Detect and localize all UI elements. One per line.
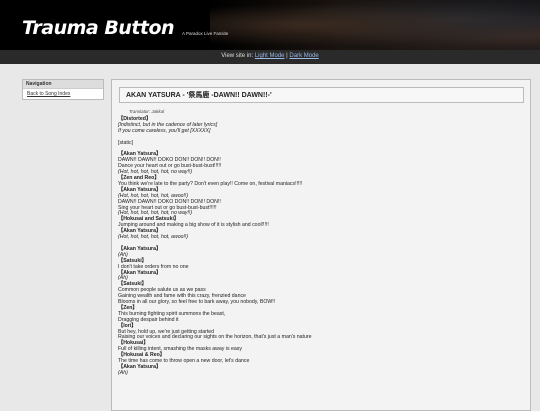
banner-artwork — [210, 0, 540, 50]
site-title[interactable]: Trauma Button — [22, 17, 175, 39]
light-mode-link[interactable]: Light Mode — [255, 53, 285, 59]
back-to-song-index-link[interactable]: Back to Song Index — [23, 88, 103, 99]
main-content: AKAN YATSURA - '祭馬鹿 -DAWN!! DAWN!!-' Tra… — [111, 79, 531, 411]
site-banner: Trauma Button A Paradox Live Fansite — [0, 0, 540, 50]
song-title-box: AKAN YATSURA - '祭馬鹿 -DAWN!! DAWN!!-' — [119, 87, 524, 103]
site-subtitle: A Paradox Live Fansite — [182, 31, 229, 36]
song-title: AKAN YATSURA - '祭馬鹿 -DAWN!! DAWN!!-' — [126, 92, 272, 99]
view-mode-separator: | — [286, 53, 288, 59]
lyrics-body: 【Distorted】 [Indistinct, but in the caden… — [118, 116, 530, 377]
view-mode-bar: View site in: Light Mode | Dark Mode — [0, 50, 540, 64]
translator-credit: Translator: Jakkal — [129, 109, 165, 114]
lyric-line: (Ah) — [118, 369, 128, 376]
navigation-panel: Navigation Back to Song Index — [22, 79, 104, 100]
navigation-heading: Navigation — [23, 80, 103, 88]
view-mode-prefix: View site in: — [221, 53, 254, 59]
dark-mode-link[interactable]: Dark Mode — [289, 53, 318, 59]
